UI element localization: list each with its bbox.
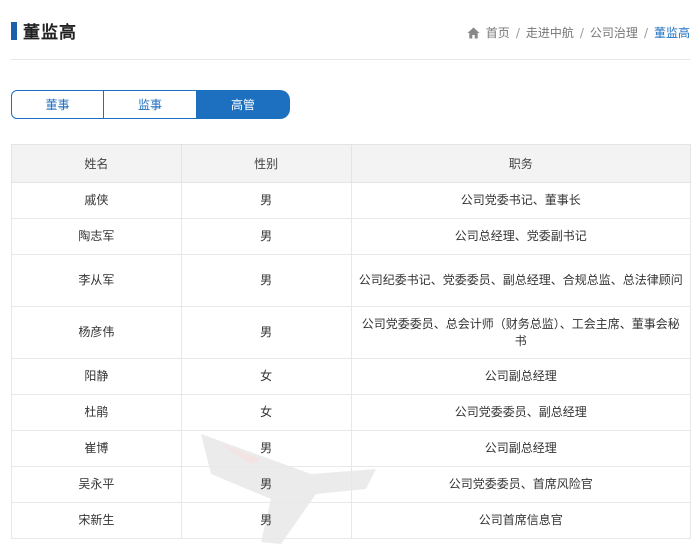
page-title: 董监高: [23, 23, 77, 43]
cell-name: 吴永平: [11, 466, 182, 503]
table-row: 阳静 女 公司副总经理: [11, 358, 691, 395]
executives-table: 姓名 性别 职务 戚侠 男 公司党委书记、董事长 陶志军 男 公司总经理、党委副…: [11, 144, 691, 539]
tab-executives[interactable]: 高管: [197, 90, 290, 119]
table-row: 宋新生 男 公司首席信息官: [11, 502, 691, 539]
cell-gender: 男: [180, 306, 352, 359]
cell-position: 公司副总经理: [350, 430, 691, 467]
table-row: 吴永平 男 公司党委委员、首席风险官: [11, 466, 691, 503]
breadcrumb-home[interactable]: 首页: [486, 24, 510, 41]
cell-gender: 男: [180, 466, 352, 503]
cell-position: 公司首席信息官: [350, 502, 691, 539]
cell-name: 李从军: [11, 254, 182, 307]
breadcrumb-governance[interactable]: 公司治理: [590, 24, 638, 41]
cell-position: 公司党委书记、董事长: [350, 182, 691, 219]
tab-supervisors[interactable]: 监事: [104, 90, 197, 119]
home-icon[interactable]: [467, 27, 480, 39]
column-header-position: 职务: [350, 144, 691, 183]
cell-position: 公司党委委员、总会计师（财务总监）、工会主席、董事会秘书: [350, 306, 691, 359]
table-row: 李从军 男 公司纪委书记、党委委员、副总经理、合规总监、总法律顾问: [11, 254, 691, 307]
table-row: 崔博 男 公司副总经理: [11, 430, 691, 467]
cell-gender: 男: [180, 182, 352, 219]
breadcrumb-separator: /: [579, 25, 584, 40]
table-row: 杨彦伟 男 公司党委委员、总会计师（财务总监）、工会主席、董事会秘书: [11, 306, 691, 359]
cell-gender: 男: [180, 430, 352, 467]
cell-name: 杨彦伟: [11, 306, 182, 359]
breadcrumb-separator: /: [643, 25, 648, 40]
breadcrumb-separator: /: [515, 25, 520, 40]
cell-gender: 女: [180, 394, 352, 431]
cell-gender: 女: [180, 358, 352, 395]
tab-directors[interactable]: 董事: [11, 90, 104, 119]
breadcrumb-about[interactable]: 走进中航: [526, 24, 574, 41]
cell-name: 阳静: [11, 358, 182, 395]
cell-name: 戚侠: [11, 182, 182, 219]
cell-name: 陶志军: [11, 218, 182, 255]
cell-name: 杜鹃: [11, 394, 182, 431]
cell-gender: 男: [180, 254, 352, 307]
tab-bar: 董事 监事 高管: [11, 90, 290, 120]
column-header-name: 姓名: [11, 144, 182, 183]
table-row: 戚侠 男 公司党委书记、董事长: [11, 182, 691, 219]
cell-gender: 男: [180, 502, 352, 539]
cell-position: 公司总经理、党委副书记: [350, 218, 691, 255]
cell-gender: 男: [180, 218, 352, 255]
page-header: 董监高 首页 / 走进中航 / 公司治理 / 董监高: [0, 0, 700, 60]
table-row: 陶志军 男 公司总经理、党委副书记: [11, 218, 691, 255]
cell-position: 公司副总经理: [350, 358, 691, 395]
header-divider: [11, 59, 690, 60]
cell-position: 公司纪委书记、党委委员、副总经理、合规总监、总法律顾问: [350, 254, 691, 307]
executives-table-container: 姓名 性别 职务 戚侠 男 公司党委书记、董事长 陶志军 男 公司总经理、党委副…: [11, 144, 691, 544]
cell-position: 公司党委委员、副总经理: [350, 394, 691, 431]
cell-position: 公司党委委员、首席风险官: [350, 466, 691, 503]
table-header-row: 姓名 性别 职务: [11, 144, 691, 183]
breadcrumb-current: 董监高: [653, 26, 690, 40]
breadcrumb: 首页 / 走进中航 / 公司治理 / 董监高: [467, 24, 690, 41]
cell-name: 崔博: [11, 430, 182, 467]
cell-name: 宋新生: [11, 502, 182, 539]
title-accent-bar: [11, 22, 17, 40]
table-row: 杜鹃 女 公司党委委员、副总经理: [11, 394, 691, 431]
column-header-gender: 性别: [180, 144, 352, 183]
